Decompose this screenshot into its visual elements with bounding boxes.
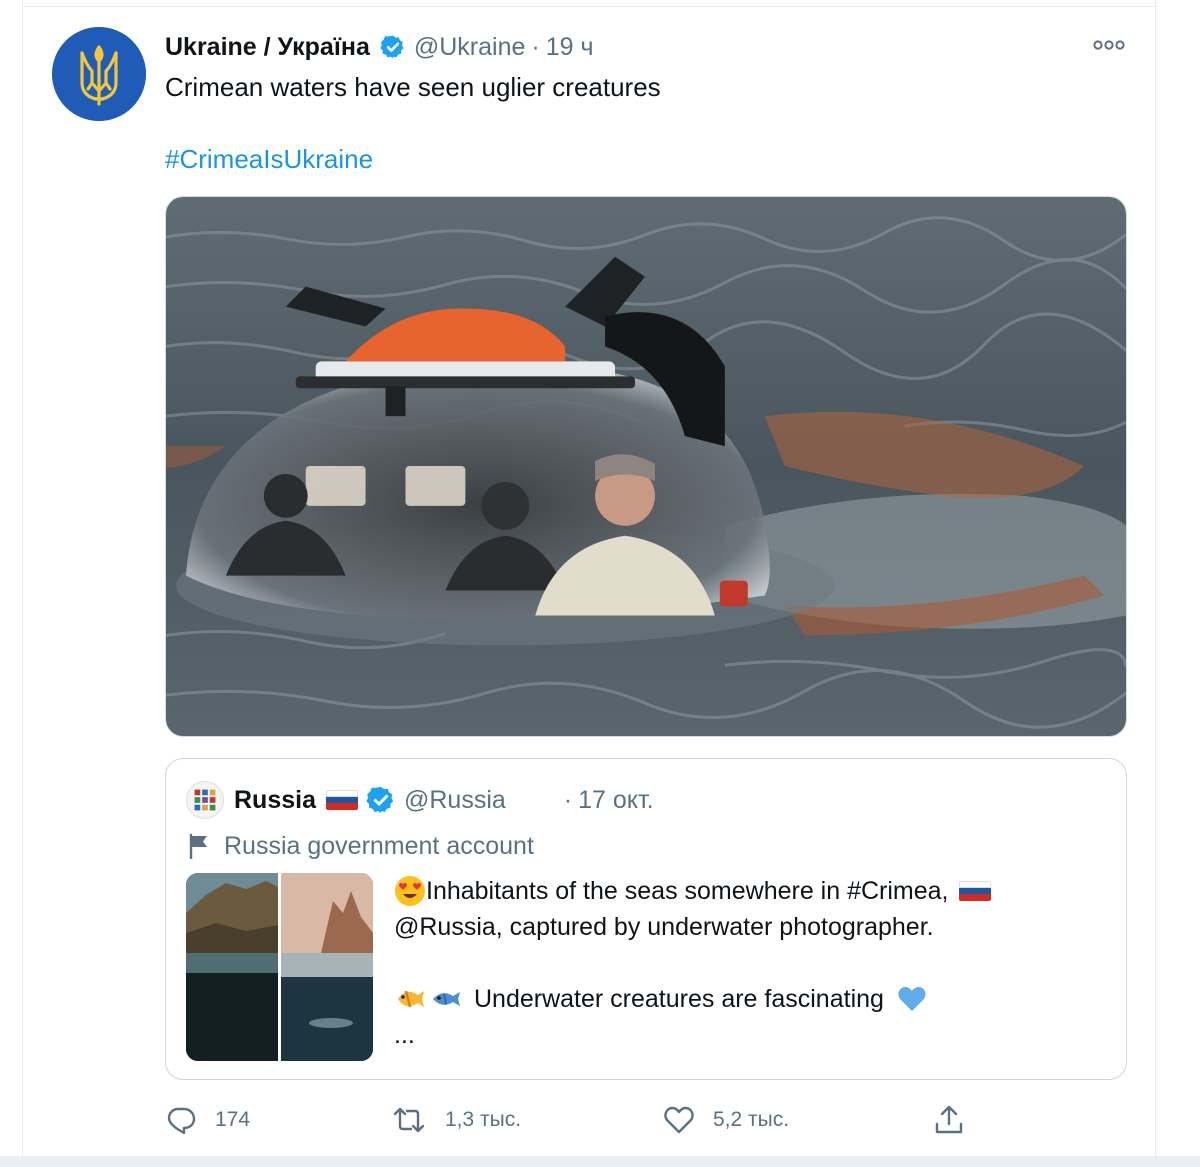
quoted-tweet-header: Russia @Russia · 17 окт. [234, 781, 654, 819]
more-options-icon[interactable] [1092, 34, 1126, 56]
quoted-photo-2[interactable] [281, 873, 373, 1061]
flag-outline-icon [189, 833, 207, 859]
tweet-photo[interactable] [165, 196, 1127, 737]
tweet-text: Crimean waters have seen uglier creature… [165, 72, 661, 102]
like-icon [664, 1106, 694, 1134]
quoted-tweet-card[interactable]: Russia @Russia · 17 окт. Russia governme… [165, 758, 1127, 1080]
submersible-photo-image [166, 197, 1126, 736]
share-button[interactable] [933, 1100, 965, 1140]
verified-badge-icon [366, 786, 394, 814]
retweet-icon [393, 1107, 425, 1133]
russia-flag-icon [958, 881, 991, 901]
quoted-text-line-1: Inhabitants of the seas somewhere in #Cr… [426, 877, 949, 905]
quoted-photo-1[interactable] [186, 873, 278, 1061]
retweet-button[interactable]: 1,3 тыс. [391, 1100, 521, 1140]
bottom-divider [0, 1156, 1200, 1167]
quoted-text-ellipsis: ... [394, 1021, 415, 1049]
retweet-count: 1,3 тыс. [445, 1108, 522, 1131]
coastal-cliff-image [186, 873, 278, 1061]
share-icon [935, 1105, 963, 1134]
quoted-author-handle[interactable]: @Russia [404, 786, 506, 815]
separator-dot: · [531, 32, 540, 61]
reply-icon [167, 1107, 196, 1135]
heart-eyes-emoji [395, 876, 425, 906]
tweet-action-bar: 174 1,3 тыс. 5,2 тыс. [165, 1100, 1165, 1140]
quoted-tweet-body: Inhabitants of the seas somewhere in #Cr… [394, 873, 1114, 1053]
russia-flag-icon [325, 790, 358, 810]
separator-dot: · [563, 785, 573, 814]
russia-logo-icon [194, 789, 216, 811]
ukraine-trident-icon [52, 27, 146, 121]
quoted-author-name[interactable]: Russia [234, 786, 316, 815]
account-label-text: Russia government account [224, 831, 534, 860]
like-count: 5,2 тыс. [713, 1108, 790, 1131]
reply-button[interactable]: 174 [165, 1100, 250, 1140]
government-account-label: Russia government account [188, 829, 534, 863]
tweet-timestamp[interactable]: 19 ч [546, 33, 594, 62]
verified-badge-icon [380, 35, 404, 59]
hashtag-link[interactable]: #CrimeaIsUkraine [165, 144, 373, 175]
quoted-text-line-2: @Russia, captured by underwater photogra… [394, 913, 934, 941]
author-name[interactable]: Ukraine / Україна [165, 33, 370, 62]
sunset-rock-image [281, 873, 373, 1061]
blue-heart-emoji [898, 987, 926, 1011]
reply-count: 174 [215, 1108, 251, 1131]
quoted-author-avatar[interactable] [186, 781, 224, 819]
like-button[interactable]: 5,2 тыс. [663, 1100, 789, 1140]
tropical-fish-emoji [398, 990, 424, 1008]
author-handle[interactable]: @Ukraine [414, 33, 526, 62]
quoted-text-line-3: Underwater creatures are fascinating [474, 985, 884, 1013]
fish-emoji [433, 992, 460, 1006]
tweet-header: Ukraine / Україна @Ukraine · 19 ч [165, 30, 594, 64]
author-avatar[interactable] [52, 27, 146, 121]
quoted-tweet-timestamp[interactable]: 17 окт. [578, 786, 654, 815]
